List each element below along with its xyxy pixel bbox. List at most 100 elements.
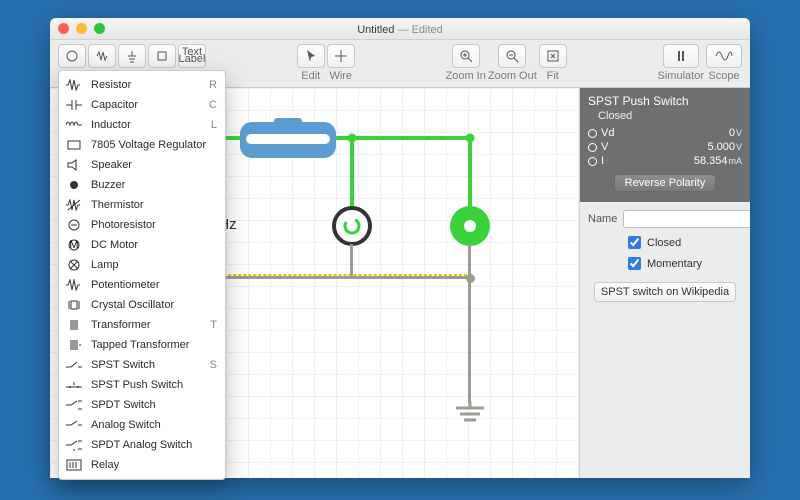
menu-item-analogsw[interactable]: Analog Switch — [59, 415, 225, 435]
menu-item-lamp[interactable]: Lamp — [59, 255, 225, 275]
menu-item-tappedtransformer[interactable]: Tapped Transformer — [59, 335, 225, 355]
pot-icon — [65, 278, 83, 292]
menu-item-transformer[interactable]: TransformerT — [59, 315, 225, 335]
menu-item-label: DC Motor — [91, 239, 138, 251]
menu-item-label: Tapped Transformer — [91, 339, 189, 351]
momentary-checkbox-label: Momentary — [647, 258, 702, 270]
closed-checkbox[interactable] — [628, 236, 641, 249]
menu-item-pushspst[interactable]: SPST Push Switch — [59, 375, 225, 395]
close-window-button[interactable] — [58, 23, 69, 34]
document-name: Untitled — [357, 24, 394, 36]
sources-text-button[interactable]: TextLabel — [178, 44, 206, 68]
menu-item-label: Resistor — [91, 79, 131, 91]
menu-item-buzzer[interactable]: Buzzer — [59, 175, 225, 195]
reading-i: I 58.354mA — [588, 154, 742, 168]
reverse-polarity-button[interactable]: Reverse Polarity — [614, 174, 717, 192]
pushspst-icon — [65, 378, 83, 392]
menu-item-label: SPDT Switch — [91, 399, 156, 411]
components-dropdown[interactable]: Resistor R Capacitor C Inductor L 7805 Voltage… — [58, 70, 226, 480]
sources-resistor-button[interactable] — [88, 44, 116, 68]
motor-icon: M — [65, 238, 83, 252]
reading-v: V 5.000V — [588, 140, 742, 154]
menu-item-crystal[interactable]: Crystal Oscillator — [59, 295, 225, 315]
menu-item-label: Buzzer — [91, 179, 125, 191]
menu-item-label: 7805 Voltage Regulator — [91, 139, 206, 151]
momentary-checkbox[interactable] — [628, 257, 641, 270]
menu-item-speaker[interactable]: Speaker — [59, 155, 225, 175]
inspector-panel: SPST Push Switch Closed Vd 0V V 5.000V I… — [580, 88, 750, 478]
inspector-title: SPST Push Switch — [588, 94, 742, 108]
crystal-icon — [65, 298, 83, 312]
spst-icon — [65, 358, 83, 372]
menu-item-label: Potentiometer — [91, 279, 159, 291]
scope-button[interactable] — [706, 44, 742, 68]
sources-ic-button[interactable] — [148, 44, 176, 68]
menu-item-spdt[interactable]: SPDT Switch — [59, 395, 225, 415]
menu-item-label: Speaker — [91, 159, 132, 171]
buzzer-icon — [65, 178, 83, 192]
wikipedia-link-button[interactable]: SPST switch on Wikipedia — [594, 282, 736, 302]
menu-item-label: SPST Switch — [91, 359, 155, 371]
titlebar: Untitled — Edited — [50, 18, 750, 40]
meter-component[interactable] — [332, 206, 372, 246]
menu-item-inductor[interactable]: Inductor L — [59, 115, 225, 135]
menu-item-shortcut: L — [211, 119, 217, 131]
window-controls — [58, 23, 105, 34]
menu-item-label: Thermistor — [91, 199, 144, 211]
simulator-tool: Simulator — [658, 44, 704, 82]
menu-item-photoresistor[interactable]: Photoresistor — [59, 215, 225, 235]
inductor-icon — [65, 118, 83, 132]
scope-tool: Scope — [706, 44, 742, 82]
menu-item-relay[interactable]: Relay — [59, 455, 225, 475]
menu-item-label: SPDT Analog Switch — [91, 439, 192, 451]
menu-item-shortcut: R — [209, 79, 217, 91]
radio-icon[interactable] — [588, 129, 597, 138]
edit-tool: Edit — [297, 44, 325, 82]
name-input[interactable] — [623, 210, 750, 228]
menu-item-shortcut: C — [209, 99, 217, 111]
zoom-out-button[interactable] — [498, 44, 526, 68]
simulator-button[interactable] — [663, 44, 699, 68]
inspector-header: SPST Push Switch Closed Vd 0V V 5.000V I… — [580, 88, 750, 202]
name-label: Name — [588, 213, 617, 225]
analogsw-icon — [65, 418, 83, 432]
zoom-window-button[interactable] — [94, 23, 105, 34]
menu-item-label: Relay — [91, 459, 119, 471]
menu-item-shortcut: S — [210, 359, 217, 371]
menu-item-shortcut: T — [210, 319, 217, 331]
lamp-icon — [65, 258, 83, 272]
document-edited-suffix: — Edited — [394, 24, 442, 36]
radio-icon[interactable] — [588, 143, 597, 152]
spdt-icon — [65, 398, 83, 412]
menu-item-label: Lamp — [91, 259, 119, 271]
ground-symbol — [452, 402, 488, 424]
menu-item-label: Inductor — [91, 119, 131, 131]
photoresistor-icon — [65, 218, 83, 232]
menu-item-thermistor[interactable]: Thermistor — [59, 195, 225, 215]
menu-item-label: Analog Switch — [91, 419, 161, 431]
menu-item-label: Capacitor — [91, 99, 138, 111]
capacitor-icon — [65, 98, 83, 112]
speaker-icon — [65, 158, 83, 172]
menu-item-capacitor[interactable]: Capacitor C — [59, 95, 225, 115]
sources-ground-button[interactable] — [118, 44, 146, 68]
menu-item-spdtanalog[interactable]: SPDT Analog Switch — [59, 435, 225, 455]
menu-item-label: Photoresistor — [91, 219, 156, 231]
thermistor-icon — [65, 198, 83, 212]
menu-item-resistor[interactable]: Resistor R — [59, 75, 225, 95]
wire-button[interactable] — [327, 44, 355, 68]
menu-item-spst[interactable]: SPST Switch S — [59, 355, 225, 375]
zoom-in-button[interactable] — [452, 44, 480, 68]
menu-item-regulator[interactable]: 7805 Voltage Regulator — [59, 135, 225, 155]
fit-button[interactable] — [539, 44, 567, 68]
menu-item-pot[interactable]: Potentiometer — [59, 275, 225, 295]
edit-button[interactable] — [297, 44, 325, 68]
menu-item-motor[interactable]: M DC Motor — [59, 235, 225, 255]
closed-checkbox-label: Closed — [647, 237, 681, 249]
inspector-state: Closed — [598, 110, 742, 122]
radio-icon[interactable] — [588, 157, 597, 166]
wire-tool: Wire — [327, 44, 355, 82]
minimize-window-button[interactable] — [76, 23, 87, 34]
zoom-in-tool: Zoom In — [446, 44, 486, 82]
sources-ac-button[interactable] — [58, 44, 86, 68]
